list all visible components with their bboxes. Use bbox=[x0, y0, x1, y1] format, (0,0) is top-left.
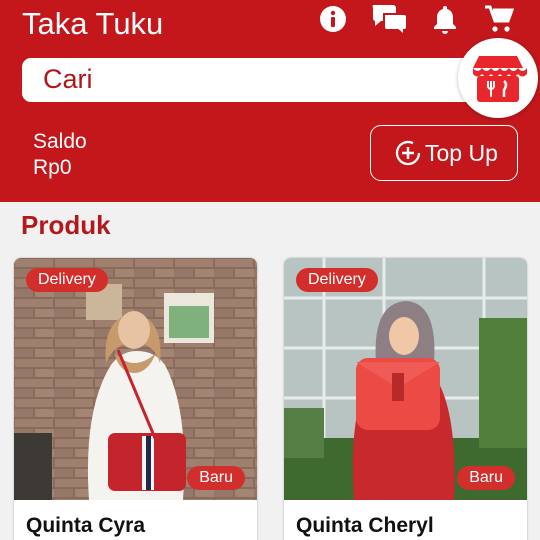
app-title: Taka Tuku bbox=[22, 6, 164, 41]
topup-button[interactable]: Top Up bbox=[370, 125, 518, 181]
topup-label: Top Up bbox=[425, 139, 498, 166]
product-name: Quinta Cheryl bbox=[296, 514, 434, 537]
product-card-quinta-cheryl[interactable]: Delivery Baru Quinta Cheryl bbox=[284, 258, 527, 540]
info-icon[interactable] bbox=[318, 4, 348, 34]
store-food-icon bbox=[473, 56, 527, 102]
balance-value: Rp0 bbox=[33, 156, 72, 179]
bell-icon[interactable] bbox=[430, 4, 460, 34]
balance-label: Saldo bbox=[33, 130, 87, 153]
new-badge: Baru bbox=[187, 466, 245, 490]
delivery-badge: Delivery bbox=[26, 268, 108, 292]
section-title: Produk bbox=[21, 210, 111, 240]
store-button[interactable] bbox=[458, 38, 538, 118]
search-placeholder: Cari bbox=[43, 64, 93, 94]
product-name: Quinta Cyra bbox=[26, 514, 146, 537]
product-card-quinta-cyra[interactable]: Delivery Baru Quinta Cyra bbox=[14, 258, 257, 540]
plus-circle-icon bbox=[395, 140, 421, 166]
chat-icon[interactable] bbox=[371, 4, 409, 36]
delivery-badge: Delivery bbox=[296, 268, 378, 292]
new-badge: Baru bbox=[457, 466, 515, 490]
cart-icon[interactable] bbox=[484, 4, 514, 34]
product-image: Delivery Baru bbox=[14, 258, 257, 500]
product-image: Delivery Baru bbox=[284, 258, 527, 500]
search-input[interactable]: Cari bbox=[22, 58, 502, 102]
app-header: Taka Tuku Cari Saldo Rp0 Top Up bbox=[0, 0, 540, 202]
